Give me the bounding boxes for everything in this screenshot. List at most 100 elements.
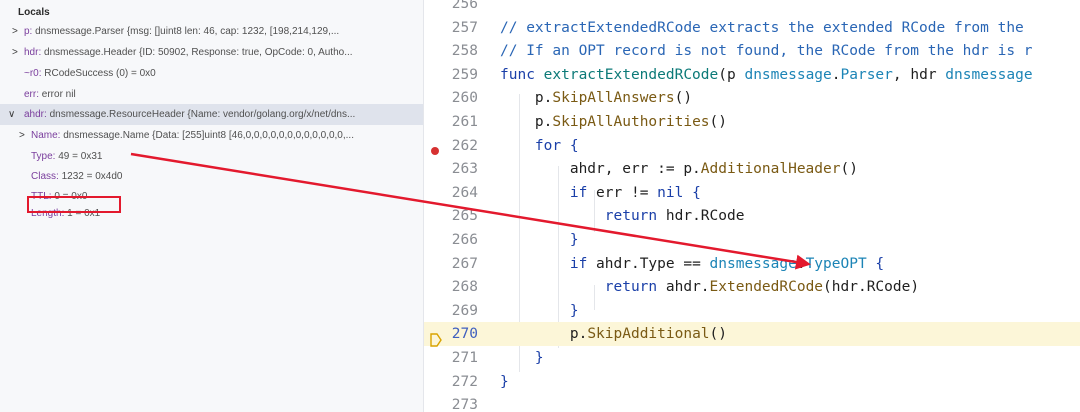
code-token: { — [866, 255, 885, 272]
code-token: { — [683, 184, 701, 201]
code-token: } — [500, 232, 579, 248]
code-token: () — [709, 114, 727, 130]
line-number[interactable]: 266 — [424, 228, 478, 252]
chevron-down-icon[interactable]: ∨ — [8, 104, 15, 125]
code-token: p. — [500, 90, 553, 107]
variable-name: ahdr: — [24, 109, 47, 120]
code-line[interactable]: 267 if ahdr.Type == dnsmessage.TypeOPT { — [424, 252, 1080, 276]
variable-text: err: error nil — [24, 84, 76, 105]
chevron-right-icon[interactable]: > — [19, 125, 25, 146]
code-token: , hdr — [892, 66, 946, 83]
code-line[interactable]: 269 } — [424, 299, 1080, 323]
locals-header[interactable]: Locals — [0, 2, 423, 23]
code-token: () — [674, 90, 693, 107]
variable-row[interactable]: ∨ ahdr: dnsmessage.ResourceHeader {Name: … — [0, 104, 423, 125]
code-token: Parser — [840, 66, 893, 83]
code-line[interactable]: 261 p.SkipAllAuthorities() — [424, 110, 1080, 134]
variable-row[interactable]: ~r0: RCodeSuccess (0) = 0x0 — [0, 63, 423, 84]
variable-row[interactable]: > p: dnsmessage.Parser {msg: []uint8 len:… — [0, 21, 423, 42]
code-token: // extractExtendedRCode extracts the ext… — [500, 19, 1033, 36]
code-text: } — [500, 346, 544, 370]
variable-name: err: — [24, 89, 39, 100]
line-number[interactable]: 257 — [424, 16, 478, 40]
code-text: for { — [500, 134, 579, 158]
code-token: err != — [587, 184, 658, 201]
code-text: func extractExtendedRCode(p dnsmessage.P… — [500, 63, 1033, 87]
code-text: if err != nil { — [500, 181, 701, 205]
variable-row[interactable]: Class: 1232 = 0x4d0 — [0, 166, 423, 187]
variable-name: Type: — [31, 151, 56, 162]
code-token: if — [569, 184, 588, 201]
code-line[interactable]: 264 if err != nil { — [424, 181, 1080, 205]
code-line[interactable]: 258 // If an OPT record is not found, the… — [424, 39, 1080, 63]
line-number[interactable]: 259 — [424, 63, 478, 87]
line-number[interactable]: 260 — [424, 86, 478, 110]
line-number[interactable]: 271 — [424, 346, 478, 370]
code-token: extractExtendedRCode — [543, 66, 719, 83]
variable-text: Locals — [18, 2, 50, 23]
code-token: nil — [657, 184, 684, 201]
code-line[interactable]: 266 } — [424, 228, 1080, 252]
code-line[interactable]: 268 return ahdr.ExtendedRCode(hdr.RCode) — [424, 275, 1080, 299]
variable-row[interactable]: Type: 49 = 0x31 — [0, 146, 423, 167]
line-number[interactable]: 269 — [424, 299, 478, 323]
code-line[interactable]: 259 func extractExtendedRCode(p dnsmessag… — [424, 63, 1080, 87]
line-number[interactable]: 268 — [424, 275, 478, 299]
line-number[interactable]: 272 — [424, 370, 478, 394]
variable-value: 1232 = 0x4d0 — [61, 171, 123, 182]
current-execution-line[interactable]: 270 p.SkipAdditional() — [424, 322, 1080, 347]
variable-name: p: — [24, 26, 33, 37]
code-token: p. — [500, 326, 588, 343]
code-line[interactable]: 257 // extractExtendedRCode extracts the … — [424, 16, 1080, 40]
code-line[interactable]: 263 ahdr, err := p.AdditionalHeader() — [424, 157, 1080, 181]
line-number[interactable]: 273 — [424, 393, 478, 412]
variable-value: dnsmessage.Header {ID: 50902, Response: … — [44, 47, 353, 58]
code-text: ahdr, err := p.AdditionalHeader() — [500, 157, 858, 181]
code-token: return — [604, 279, 658, 296]
variable-name: ~r0: — [24, 68, 42, 79]
code-line[interactable]: 260 p.SkipAllAnswers() — [424, 86, 1080, 110]
line-number[interactable]: 264 — [424, 181, 478, 205]
code-token: dnsmessage — [945, 66, 1033, 83]
line-number[interactable]: 256 — [424, 0, 478, 16]
locals-title: Locals — [18, 7, 50, 18]
code-token: dnsmessage — [709, 255, 797, 272]
code-token: func — [500, 66, 544, 83]
variable-value: dnsmessage.Parser {msg: []uint8 len: 46,… — [35, 26, 340, 37]
code-line[interactable]: 273 — [424, 393, 1080, 412]
code-line[interactable]: 271 } — [424, 346, 1080, 370]
line-number[interactable]: 263 — [424, 157, 478, 181]
code-text: } — [500, 299, 579, 323]
code-token: (hdr.RCode) — [823, 279, 920, 296]
code-text: if ahdr.Type == dnsmessage.TypeOPT { — [500, 252, 884, 276]
variable-text: ahdr: dnsmessage.ResourceHeader {Name: v… — [24, 104, 355, 125]
line-number[interactable]: 267 — [424, 252, 478, 276]
chevron-right-icon[interactable]: > — [12, 42, 18, 63]
code-token: SkipAllAuthorities — [552, 114, 710, 130]
code-line[interactable]: 262 for { — [424, 134, 1080, 158]
code-token: if — [569, 255, 588, 272]
line-number[interactable]: 258 — [424, 39, 478, 63]
code-token: (p — [718, 66, 745, 83]
breakpoint-dot-icon[interactable] — [431, 147, 439, 155]
code-token: p. — [500, 114, 553, 130]
code-line[interactable]: 272} — [424, 370, 1080, 394]
variable-row[interactable]: > hdr: dnsmessage.Header {ID: 50902, Resp… — [0, 42, 423, 63]
code-line[interactable]: 256 — [424, 0, 1080, 16]
code-text: } — [500, 228, 579, 252]
code-token: ahdr, err := p. — [500, 161, 701, 178]
variable-text: ~r0: RCodeSuccess (0) = 0x0 — [24, 63, 156, 84]
chevron-right-icon[interactable]: > — [12, 21, 18, 42]
code-line[interactable]: 265 return hdr.RCode — [424, 204, 1080, 228]
code-token: hdr.RCode — [657, 208, 745, 225]
variable-row[interactable]: err: error nil — [0, 84, 423, 105]
code-editor: 256 257 // extractExtendedRCode extracts t… — [424, 0, 1080, 412]
variable-value: error nil — [41, 89, 76, 100]
variable-row[interactable]: > Name: dnsmessage.Name {Data: [255]uint8… — [0, 125, 423, 146]
code-token: ExtendedRCode — [709, 279, 824, 296]
line-number[interactable]: 265 — [424, 204, 478, 228]
code-token: ahdr. — [657, 279, 710, 296]
line-number[interactable]: 261 — [424, 110, 478, 134]
